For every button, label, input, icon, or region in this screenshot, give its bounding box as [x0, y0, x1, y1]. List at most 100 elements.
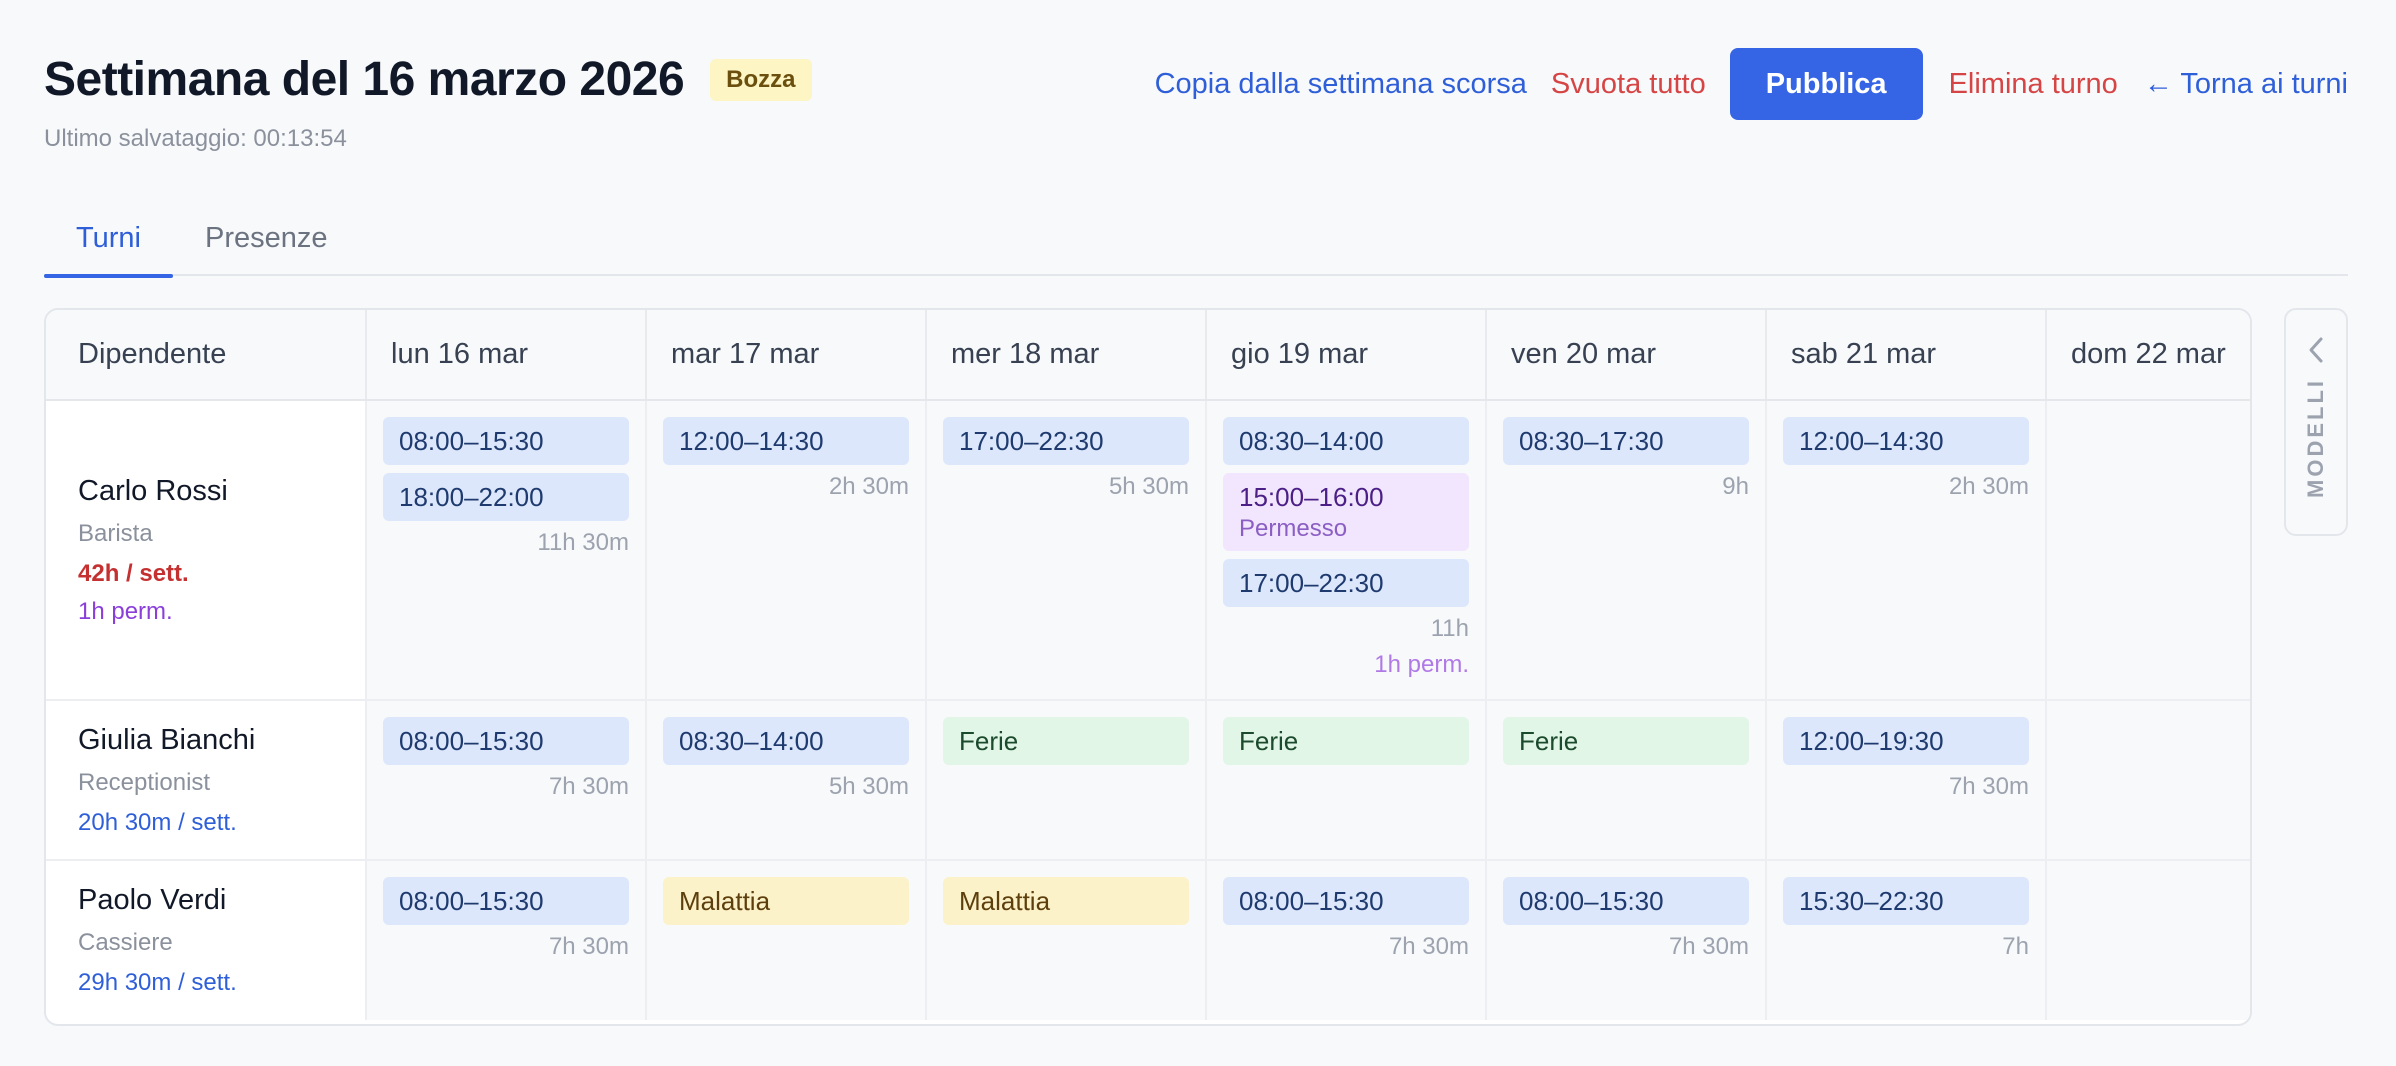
day-header: ven 20 mar	[1486, 310, 1767, 401]
day-cell[interactable]: 08:00–15:30 7h 30m	[1206, 860, 1487, 1020]
employee-role: Barista	[78, 519, 153, 547]
shift-type-label: Permesso	[1239, 514, 1348, 542]
day-cell[interactable]: Malattia	[646, 860, 927, 1020]
day-header: sab 21 mar	[1766, 310, 2047, 401]
employee-cell: Giulia Bianchi Receptionist 20h 30m / se…	[46, 700, 367, 861]
day-header: dom 22 mar	[2046, 310, 2250, 401]
shift-block[interactable]: 12:00–19:30	[1783, 717, 2029, 765]
vacation-block[interactable]: Ferie	[943, 717, 1189, 765]
chevron-left-icon[interactable]	[2302, 336, 2330, 364]
day-cell[interactable]	[2046, 860, 2250, 1020]
shift-block[interactable]: 17:00–22:30	[1223, 559, 1469, 607]
shift-block[interactable]: 08:00–15:30	[383, 877, 629, 925]
templates-label: MODELLI	[2303, 378, 2328, 498]
tab-bar: Turni Presenze	[44, 210, 2348, 278]
employee-cell: Paolo Verdi Cassiere 29h 30m / sett.	[46, 860, 367, 1020]
day-total-hours: 2h 30m	[1948, 473, 2029, 500]
employee-row: Paolo Verdi Cassiere 29h 30m / sett. 08:0…	[46, 860, 2250, 1020]
day-cell[interactable]	[2046, 700, 2250, 861]
employee-weekly-hours: 42h / sett.	[78, 559, 189, 587]
day-cell[interactable]: 12:00–19:30 7h 30m	[1766, 700, 2047, 861]
vacation-block[interactable]: Ferie	[1223, 717, 1469, 765]
day-cell[interactable]: Ferie	[1206, 700, 1487, 861]
clear-all-link[interactable]: Svuota tutto	[1551, 68, 1706, 101]
schedule-table: Dipendente lun 16 mar mar 17 mar mer 18 …	[46, 310, 2250, 1020]
page-header: Settimana del 16 marzo 2026 Bozza Ultimo…	[44, 48, 2348, 162]
employee-role: Receptionist	[78, 768, 211, 796]
day-total-hours: 5h 30m	[1108, 473, 1189, 500]
shift-block[interactable]: 08:00–15:30	[1223, 877, 1469, 925]
day-total-hours: 2h 30m	[828, 473, 909, 500]
day-cell[interactable]: 12:00–14:30 2h 30m	[646, 400, 927, 701]
shift-block[interactable]: 08:00–15:30	[383, 417, 629, 465]
day-cell[interactable]: Malattia	[926, 860, 1207, 1020]
last-saved-text: Ultimo salvataggio: 00:13:54	[44, 125, 347, 152]
day-cell[interactable]: 08:00–15:30 7h 30m	[366, 860, 647, 1020]
employee-weekly-hours: 29h 30m / sett.	[78, 969, 237, 996]
day-cell[interactable]: Ferie	[1486, 700, 1767, 861]
shift-block[interactable]: 12:00–14:30	[1783, 417, 2029, 465]
day-total-hours: 7h 30m	[548, 773, 629, 800]
day-total-hours: 7h 30m	[1668, 933, 1749, 960]
day-total-hours: 9h	[1722, 473, 1749, 500]
shift-block[interactable]: 15:30–22:30	[1783, 877, 2029, 925]
shift-block[interactable]: 17:00–22:30	[943, 417, 1189, 465]
employee-name[interactable]: Paolo Verdi	[78, 884, 333, 917]
templates-side-panel[interactable]: MODELLI	[2284, 308, 2348, 536]
day-cell[interactable]: Ferie	[926, 700, 1207, 861]
day-header: mer 18 mar	[926, 310, 1207, 401]
shift-block[interactable]: 18:00–22:00	[383, 473, 629, 521]
shift-block[interactable]: 08:30–14:00	[1223, 417, 1469, 465]
employee-column-header: Dipendente	[46, 310, 367, 401]
day-permission-total: 1h perm.	[1374, 651, 1469, 678]
shift-block[interactable]: 08:00–15:30	[1503, 877, 1749, 925]
day-cell[interactable]: 15:30–22:30 7h	[1766, 860, 2047, 1020]
day-cell[interactable]: 08:00–15:30 18:00–22:00 11h 30m	[366, 400, 647, 701]
day-cell[interactable]: 08:30–14:00 15:00–16:00 Permesso 17:00–22…	[1206, 400, 1487, 701]
grid-header-row: Dipendente lun 16 mar mar 17 mar mer 18 …	[46, 310, 2250, 401]
day-total-hours: 7h 30m	[1948, 773, 2029, 800]
day-header: lun 16 mar	[366, 310, 647, 401]
page-title: Settimana del 16 marzo 2026	[44, 53, 685, 106]
schedule-grid: Dipendente lun 16 mar mar 17 mar mer 18 …	[44, 308, 2252, 1026]
day-cell[interactable]	[2046, 400, 2250, 701]
employee-name[interactable]: Giulia Bianchi	[78, 724, 333, 757]
shift-block[interactable]: 08:00–15:30	[383, 717, 629, 765]
day-header: gio 19 mar	[1206, 310, 1487, 401]
day-total-hours: 7h	[2002, 933, 2029, 960]
day-cell[interactable]: 17:00–22:30 5h 30m	[926, 400, 1207, 701]
day-total-hours: 11h 30m	[537, 529, 629, 556]
shift-block[interactable]: 08:30–17:30	[1503, 417, 1749, 465]
day-cell[interactable]: 08:00–15:30 7h 30m	[1486, 860, 1767, 1020]
employee-row: Giulia Bianchi Receptionist 20h 30m / se…	[46, 700, 2250, 861]
copy-last-week-link[interactable]: Copia dalla settimana scorsa	[1155, 68, 1527, 101]
employee-role: Cassiere	[78, 929, 173, 956]
permission-block[interactable]: 15:00–16:00 Permesso	[1223, 473, 1469, 551]
delete-shift-link[interactable]: Elimina turno	[1949, 68, 2118, 101]
shift-block[interactable]: 08:30–14:00	[663, 717, 909, 765]
shift-time: 15:00–16:00	[1239, 481, 1384, 512]
day-total-hours: 7h 30m	[1388, 933, 1469, 960]
day-cell[interactable]: 12:00–14:30 2h 30m	[1766, 400, 2047, 701]
day-cell[interactable]: 08:00–15:30 7h 30m	[366, 700, 647, 861]
tab-turni[interactable]: Turni	[44, 210, 173, 278]
tab-presenze[interactable]: Presenze	[173, 210, 360, 276]
employee-row: Carlo Rossi Barista 42h / sett. 1h perm. 0…	[46, 400, 2250, 701]
day-header: mar 17 mar	[646, 310, 927, 401]
day-total-hours: 11h	[1430, 615, 1469, 642]
publish-button[interactable]: Pubblica	[1729, 48, 1923, 120]
sick-leave-block[interactable]: Malattia	[663, 877, 909, 925]
day-cell[interactable]: 08:30–14:00 5h 30m	[646, 700, 927, 861]
employee-cell: Carlo Rossi Barista 42h / sett. 1h perm.	[46, 400, 367, 701]
vacation-block[interactable]: Ferie	[1503, 717, 1749, 765]
sick-leave-block[interactable]: Malattia	[943, 877, 1189, 925]
day-total-hours: 7h 30m	[548, 933, 629, 960]
back-to-shifts-link[interactable]: ← Torna ai turni	[2144, 68, 2348, 101]
shift-block[interactable]: 12:00–14:30	[663, 417, 909, 465]
day-cell[interactable]: 08:30–17:30 9h	[1486, 400, 1767, 701]
employee-permission-hours: 1h perm.	[78, 597, 173, 625]
employee-weekly-hours: 20h 30m / sett.	[78, 808, 237, 836]
employee-name[interactable]: Carlo Rossi	[78, 475, 333, 508]
day-total-hours: 5h 30m	[828, 773, 909, 800]
header-actions: Copia dalla settimana scorsa Svuota tutt…	[1155, 48, 2348, 120]
